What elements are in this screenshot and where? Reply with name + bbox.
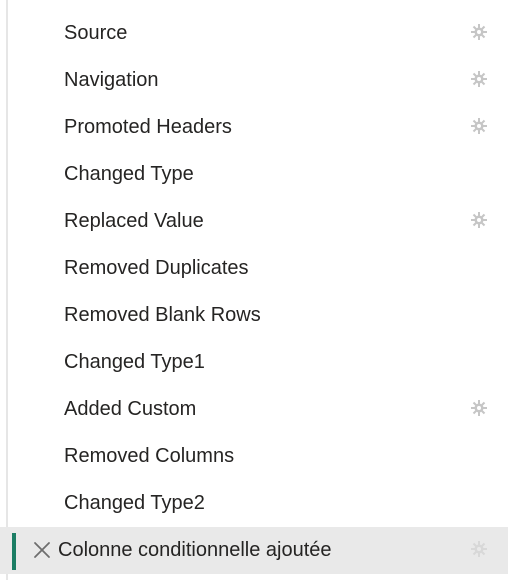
step-removed-blank-rows[interactable]: Removed Blank Rows — [0, 292, 508, 339]
step-label: Colonne conditionnelle ajoutée — [58, 539, 332, 561]
step-removed-duplicates[interactable]: Removed Duplicates — [0, 245, 508, 292]
gear-icon[interactable] — [468, 21, 490, 43]
gear-icon[interactable] — [468, 397, 490, 419]
step-removed-columns[interactable]: Removed Columns — [0, 433, 508, 480]
step-label: Removed Blank Rows — [64, 304, 261, 326]
step-label: Removed Duplicates — [64, 257, 249, 279]
step-label: Added Custom — [64, 398, 197, 420]
gear-icon[interactable] — [468, 209, 490, 231]
gear-icon[interactable] — [468, 68, 490, 90]
step-label: Replaced Value — [64, 210, 204, 232]
step-added-custom[interactable]: Added Custom — [0, 386, 508, 433]
step-label: Removed Columns — [64, 445, 235, 467]
step-colonne-conditionnelle-ajoutee[interactable]: Colonne conditionnelle ajoutée — [0, 527, 508, 574]
step-replaced-value[interactable]: Replaced Value — [0, 198, 508, 245]
step-label: Changed Type1 — [64, 351, 205, 373]
step-navigation[interactable]: Navigation — [0, 57, 508, 104]
gear-icon[interactable] — [468, 115, 490, 137]
step-changed-type1[interactable]: Changed Type1 — [0, 339, 508, 386]
step-label: Source — [64, 22, 128, 44]
applied-steps-list: Source Navigation Promoted Headers Chang… — [0, 10, 508, 574]
step-promoted-headers[interactable]: Promoted Headers — [0, 104, 508, 151]
step-changed-type2[interactable]: Changed Type2 — [0, 480, 508, 527]
applied-steps-pane: Source Navigation Promoted Headers Chang… — [0, 0, 508, 580]
step-source[interactable]: Source — [0, 10, 508, 57]
step-label: Navigation — [64, 69, 159, 91]
close-icon[interactable] — [30, 538, 54, 562]
step-changed-type[interactable]: Changed Type — [0, 151, 508, 198]
step-label: Changed Type — [64, 163, 194, 185]
step-label: Changed Type2 — [64, 492, 205, 514]
step-label: Promoted Headers — [64, 116, 232, 138]
gear-icon[interactable] — [468, 538, 490, 560]
